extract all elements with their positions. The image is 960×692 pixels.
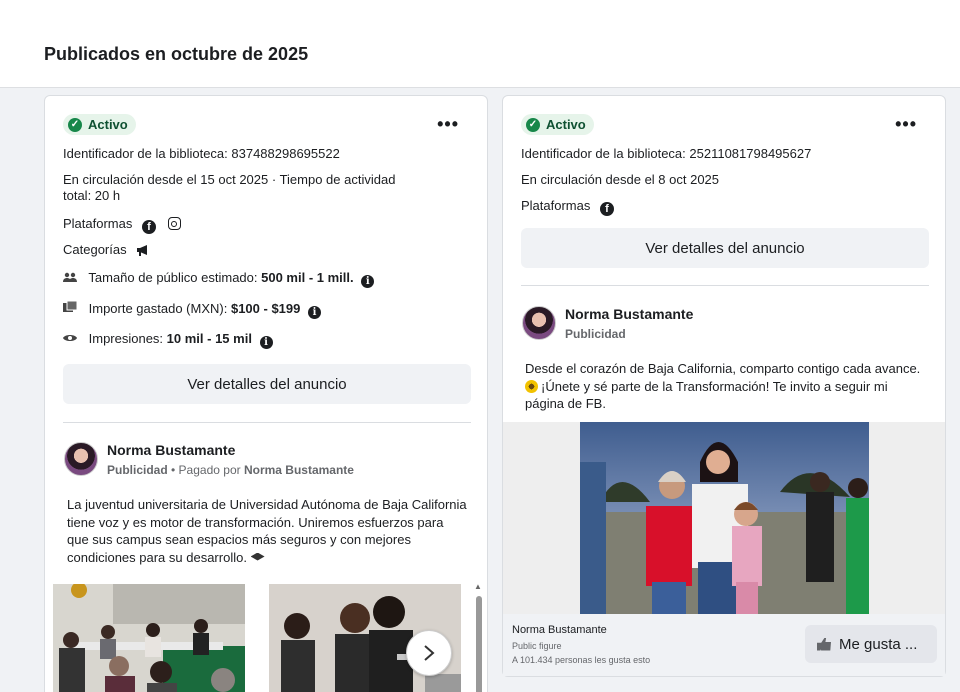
categories-label: Categorías	[63, 242, 127, 257]
sponsored-label: Publicidad	[565, 327, 626, 341]
page-footer-bar: Norma Bustamante Public figure A 101.434…	[503, 614, 945, 676]
divider	[63, 422, 471, 423]
impressions-value: 10 mil - 15 mil	[166, 331, 252, 346]
people-icon	[63, 271, 79, 287]
divider	[521, 285, 929, 286]
spend-value: $100 - $199	[230, 301, 301, 316]
money-icon	[63, 300, 79, 318]
scroll-thumb[interactable]	[476, 596, 482, 692]
ad-photo[interactable]	[580, 422, 869, 614]
audience-label: Tamaño de público estimado:	[88, 270, 258, 285]
chevron-right-icon	[424, 645, 435, 661]
carousel-next-button[interactable]	[406, 630, 452, 676]
impressions-label: Impresiones:	[88, 331, 164, 346]
status-badge: ✓ Activo	[63, 114, 136, 135]
paid-by-prefix: • Pagado por	[167, 463, 244, 477]
instagram-icon	[167, 217, 181, 230]
ad-body-text: La juventud universitaria de Universidad…	[67, 496, 467, 566]
info-icon[interactable]: i	[361, 275, 375, 288]
footer-page-name[interactable]: Norma Bustamante	[512, 624, 607, 636]
advertiser-name[interactable]: Norma Bustamante	[565, 306, 693, 322]
library-id: Identificador de la biblioteca: 25211081…	[521, 146, 812, 161]
impressions-row: Impresiones: 10 mil - 15 mil i	[63, 331, 273, 349]
spend-label: Importe gastado (MXN):	[88, 301, 228, 316]
audience-value: 500 mil - 1 mill.	[261, 270, 354, 285]
categories-row: Categorías	[63, 242, 150, 260]
ad-text: La juventud universitaria de Universidad…	[67, 497, 467, 565]
status-label: Activo	[88, 117, 128, 132]
circulation-line: En circulación desde el 8 oct 2025	[521, 172, 720, 187]
platforms-label: Plataformas	[63, 216, 133, 231]
audience-row: Tamaño de público estimado: 500 mil - 1 …	[63, 270, 375, 288]
facebook-icon: f	[142, 220, 156, 234]
paid-by-name: Norma Bustamante	[243, 463, 354, 477]
footer-likes: A 101.434 personas les gusta esto	[512, 655, 651, 665]
library-id: Identificador de la biblioteca: 83748829…	[63, 146, 340, 161]
sponsored-line: Publicidad	[565, 327, 626, 341]
thumbs-up-icon	[817, 637, 831, 651]
megaphone-icon	[136, 244, 150, 260]
ad-text-rest: ¡Únete y sé parte de la Transformación! …	[525, 378, 888, 412]
avatar[interactable]	[522, 306, 556, 340]
footer-category: Public figure	[512, 641, 562, 651]
circulation-line-1: En circulación desde el 15 oct 2025 · Ti…	[63, 172, 396, 187]
sunflower-icon	[525, 379, 538, 393]
like-button[interactable]: Me gusta ...	[805, 625, 937, 663]
more-options-button[interactable]: •••	[895, 114, 917, 135]
avatar[interactable]	[64, 442, 98, 476]
ad-text-line-1: Desde el corazón de Baja California, com…	[525, 361, 921, 376]
platforms-row: Plataformas f	[521, 198, 614, 216]
status-badge: ✓ Activo	[521, 114, 594, 135]
advertiser-name[interactable]: Norma Bustamante	[107, 442, 235, 458]
check-icon: ✓	[526, 117, 540, 132]
like-button-label: Me gusta ...	[839, 635, 918, 653]
sponsored-label: Publicidad	[107, 463, 168, 477]
ad-media-container	[503, 422, 945, 614]
info-icon[interactable]: i	[259, 336, 273, 349]
spend-row: Importe gastado (MXN): $100 - $199 i	[63, 300, 321, 319]
header-bar: Publicados en octubre de 2025	[0, 0, 960, 88]
view-details-button[interactable]: Ver detalles del anuncio	[521, 228, 929, 268]
check-icon: ✓	[68, 117, 82, 132]
info-icon[interactable]: i	[308, 306, 321, 319]
ad-body-text: Desde el corazón de Baja California, com…	[525, 360, 929, 413]
circulation-line-2: total: 20 h	[63, 188, 121, 203]
platforms-row: Plataformas f	[63, 216, 181, 234]
more-options-button[interactable]: •••	[437, 114, 459, 135]
sponsored-line: Publicidad • Pagado por Norma Bustamante	[107, 463, 354, 477]
graduation-cap-icon	[250, 552, 265, 561]
view-details-button[interactable]: Ver detalles del anuncio	[63, 364, 471, 404]
ad-photo-1[interactable]	[53, 584, 245, 692]
ad-card-2: ✓ Activo ••• Identificador de la bibliot…	[502, 95, 946, 677]
scrollbar[interactable]: ▲	[474, 582, 484, 692]
platforms-label: Plataformas	[521, 198, 591, 213]
facebook-icon: f	[600, 202, 614, 216]
scroll-up-arrow[interactable]: ▲	[474, 582, 482, 591]
status-label: Activo	[546, 117, 586, 132]
eye-icon	[63, 332, 79, 348]
ad-card-1: ✓ Activo ••• Identificador de la bibliot…	[44, 95, 488, 692]
page-title: Publicados en octubre de 2025	[44, 44, 309, 64]
